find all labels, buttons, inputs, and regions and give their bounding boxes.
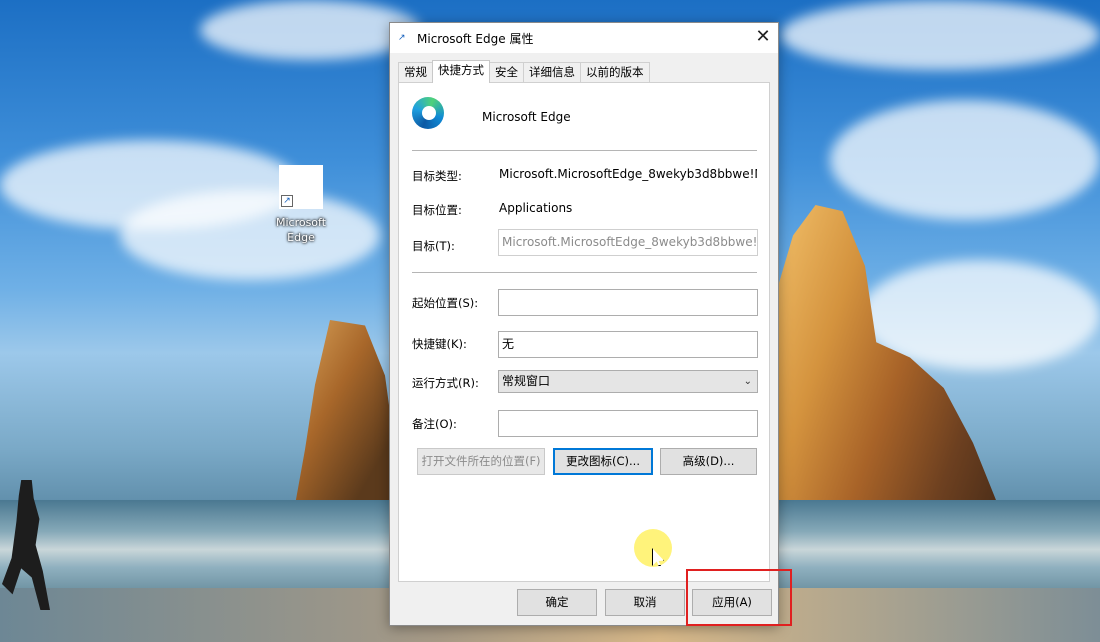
properties-dialog: ↗ Microsoft Edge 属性 ✕ 常规 快捷方式 安全 详细信息 以前… (389, 22, 779, 626)
target-location-value: Applications (499, 201, 573, 215)
sea-rock-left (295, 320, 395, 505)
shortcut-key-field[interactable]: 无 (498, 331, 758, 358)
tab-details[interactable]: 详细信息 (523, 62, 581, 83)
tab-strip: 常规 快捷方式 安全 详细信息 以前的版本 (398, 60, 650, 83)
start-in-label: 起始位置(S): (412, 296, 479, 310)
annotation-highlight-box (686, 569, 792, 626)
edge-shortcut-icon: ↗ (279, 165, 323, 209)
desktop-shortcut-label: Microsoft Edge (275, 216, 327, 244)
tab-shortcut[interactable]: 快捷方式 (432, 60, 490, 83)
start-in-field[interactable] (498, 289, 758, 316)
open-file-location-button[interactable]: 打开文件所在的位置(F) (417, 448, 545, 475)
shortcut-tab-panel: Microsoft Edge 目标类型: Microsoft.Microsoft… (398, 82, 770, 582)
dialog-title: Microsoft Edge 属性 (417, 32, 534, 46)
target-location-label: 目标位置: (412, 203, 462, 217)
advanced-button[interactable]: 高级(D)... (660, 448, 757, 475)
comment-label: 备注(O): (412, 417, 457, 431)
cloud (830, 100, 1100, 220)
shortcut-key-label: 快捷键(K): (412, 337, 467, 351)
desktop-shortcut-edge[interactable]: ↗ Microsoft Edge (268, 165, 334, 249)
close-button[interactable]: ✕ (748, 23, 778, 53)
run-select[interactable]: 常规窗口 ⌄ (498, 370, 758, 393)
cancel-button[interactable]: 取消 (605, 589, 685, 616)
tab-previous-versions[interactable]: 以前的版本 (580, 62, 650, 83)
ok-button[interactable]: 确定 (517, 589, 597, 616)
comment-field[interactable] (498, 410, 758, 437)
app-name: Microsoft Edge (482, 110, 571, 124)
divider (412, 272, 757, 273)
cloud (200, 0, 420, 60)
cloud (120, 190, 380, 280)
tab-general[interactable]: 常规 (398, 62, 433, 83)
chevron-down-icon: ⌄ (743, 376, 752, 387)
shortcut-arrow-icon: ↗ (281, 195, 293, 207)
target-field[interactable]: Microsoft.MicrosoftEdge_8wekyb3d8bbwe!Mi… (498, 229, 758, 256)
change-icon-button[interactable]: 更改图标(C)... (553, 448, 653, 475)
target-type-label: 目标类型: (412, 169, 462, 183)
title-bar[interactable]: ↗ Microsoft Edge 属性 ✕ (390, 23, 778, 53)
shortcut-arrow-icon: ↗ (398, 33, 406, 43)
cloud (780, 0, 1100, 70)
divider (412, 150, 757, 151)
edge-logo-icon (412, 97, 444, 129)
run-select-value: 常规窗口 (502, 374, 551, 388)
tab-security[interactable]: 安全 (489, 62, 524, 83)
target-label: 目标(T): (412, 239, 455, 253)
run-label: 运行方式(R): (412, 376, 479, 390)
target-type-value: Microsoft.MicrosoftEdge_8wekyb3d8bbwe!Mi… (499, 167, 757, 181)
